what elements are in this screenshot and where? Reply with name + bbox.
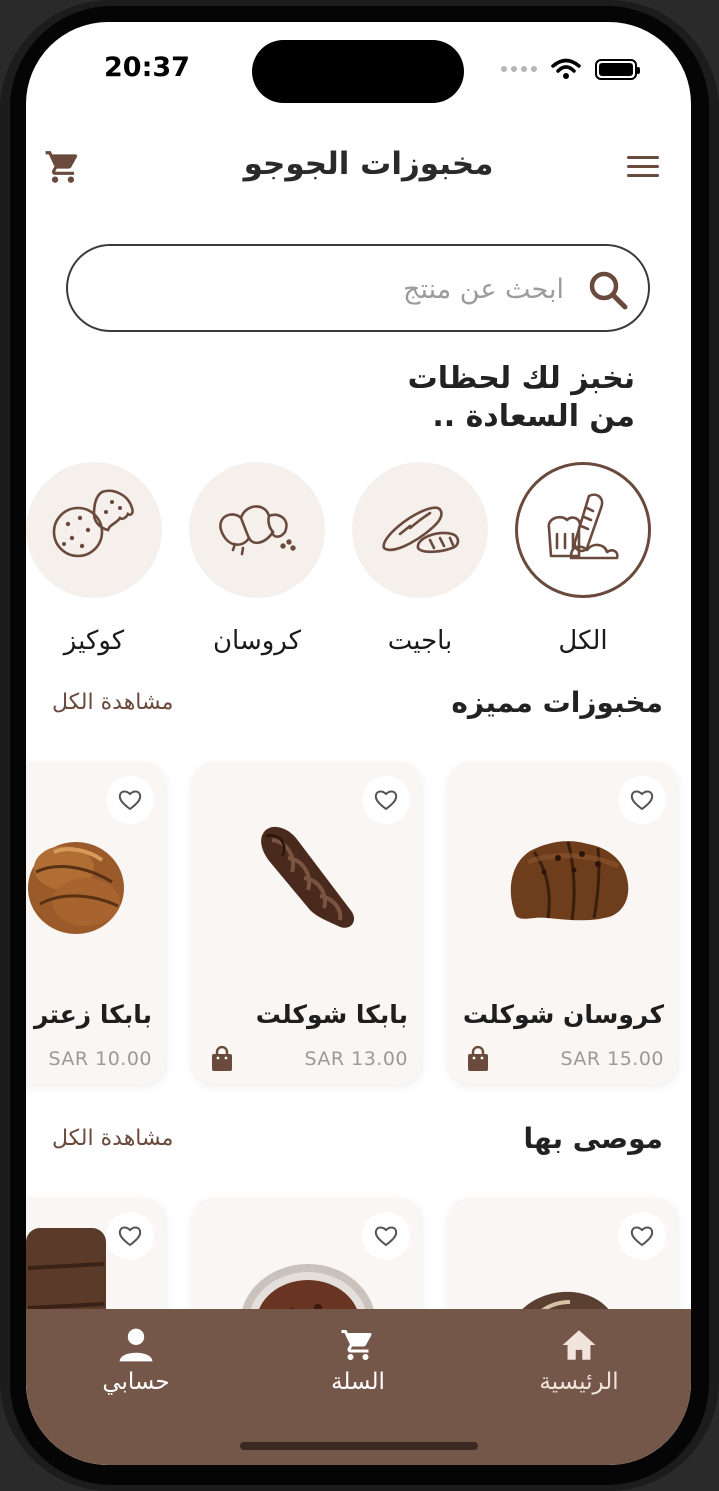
nav-label-home: الرئيسية (539, 1369, 619, 1395)
app-screen: 20:37 مخبوزات الجوجو نخبز لك لحظات (26, 22, 691, 1465)
product-price: SAR 15.00 (560, 1048, 664, 1070)
search-icon[interactable] (584, 266, 632, 314)
product-name: بابكا زعتر (33, 1000, 152, 1029)
status-time: 20:37 (104, 52, 190, 83)
tagline-line-2: من السعادة .. (432, 399, 635, 434)
bread-basket-icon (547, 493, 619, 560)
chocolate-babka-image (261, 826, 355, 928)
category-all-label: الكل (558, 626, 608, 656)
chocolate-croissant-image (510, 841, 629, 921)
product-price: SAR 10.00 (48, 1048, 152, 1070)
category-croissant-label: كروسان (212, 626, 302, 656)
battery-icon (595, 58, 640, 80)
baguette-icon (382, 506, 460, 554)
category-cookies[interactable]: كوكيز (26, 462, 162, 656)
nav-label-account: حسابي (102, 1369, 170, 1395)
nav-label-cart: السلة (331, 1369, 385, 1395)
status-icons (501, 58, 640, 80)
category-baguette[interactable]: باجيت (352, 462, 488, 656)
category-all[interactable]: الكل (515, 462, 651, 656)
product-card[interactable]: بابكا زعتر SAR 10.00 (26, 762, 166, 1084)
nav-item-account[interactable]: حسابي (56, 1327, 216, 1395)
signal-icon (501, 66, 537, 72)
dynamic-island (252, 40, 464, 103)
add-to-bag-icon[interactable] (466, 1046, 490, 1072)
nav-item-home[interactable]: الرئيسية (499, 1327, 659, 1395)
cookies-icon (52, 489, 134, 558)
category-list: الكل باجيت كروسان كوكيز (26, 462, 691, 662)
product-price: SAR 13.00 (304, 1048, 408, 1070)
category-baguette-circle (352, 462, 488, 598)
home-icon (562, 1330, 596, 1360)
category-cookies-circle (26, 462, 162, 598)
menu-button[interactable] (627, 156, 661, 182)
product-name: كروسان شوكلت (462, 1000, 664, 1029)
croissant-icon (219, 505, 296, 556)
category-cookies-label: كوكيز (63, 626, 125, 656)
bottom-navigation: الرئيسية السلة حسابي (26, 1309, 691, 1465)
recommended-section-header: موصى بها مشاهدة الكل (26, 1122, 691, 1162)
product-card[interactable]: بابكا شوكلت SAR 13.00 (192, 762, 422, 1084)
cart-icon (341, 1330, 372, 1360)
featured-section-header: مخبوزات مميزه مشاهدة الكل (26, 686, 691, 726)
wifi-icon (551, 58, 581, 79)
search-bar (66, 244, 650, 332)
product-card[interactable]: كروسان شوكلت SAR 15.00 (448, 762, 678, 1084)
search-input[interactable] (124, 264, 564, 314)
zaatar-babka-image (28, 842, 124, 934)
category-croissant-circle (189, 462, 325, 598)
category-all-circle (515, 462, 651, 598)
person-icon (119, 1328, 153, 1362)
home-indicator (240, 1442, 478, 1450)
featured-see-all-link[interactable]: مشاهدة الكل (52, 690, 173, 715)
recommended-title: موصى بها (523, 1122, 663, 1155)
nav-item-cart[interactable]: السلة (278, 1327, 438, 1395)
tagline: نخبز لك لحظات من السعادة .. (315, 360, 635, 436)
tagline-line-1: نخبز لك لحظات (407, 361, 635, 396)
app-header: مخبوزات الجوجو (26, 142, 691, 198)
category-croissant[interactable]: كروسان (189, 462, 325, 656)
featured-title: مخبوزات مميزه (451, 686, 663, 719)
recommended-see-all-link[interactable]: مشاهدة الكل (52, 1126, 173, 1151)
category-baguette-label: باجيت (387, 626, 453, 656)
app-title: مخبوزات الجوجو (243, 146, 494, 182)
product-name: بابكا شوكلت (255, 1000, 408, 1029)
add-to-bag-icon[interactable] (210, 1046, 234, 1072)
